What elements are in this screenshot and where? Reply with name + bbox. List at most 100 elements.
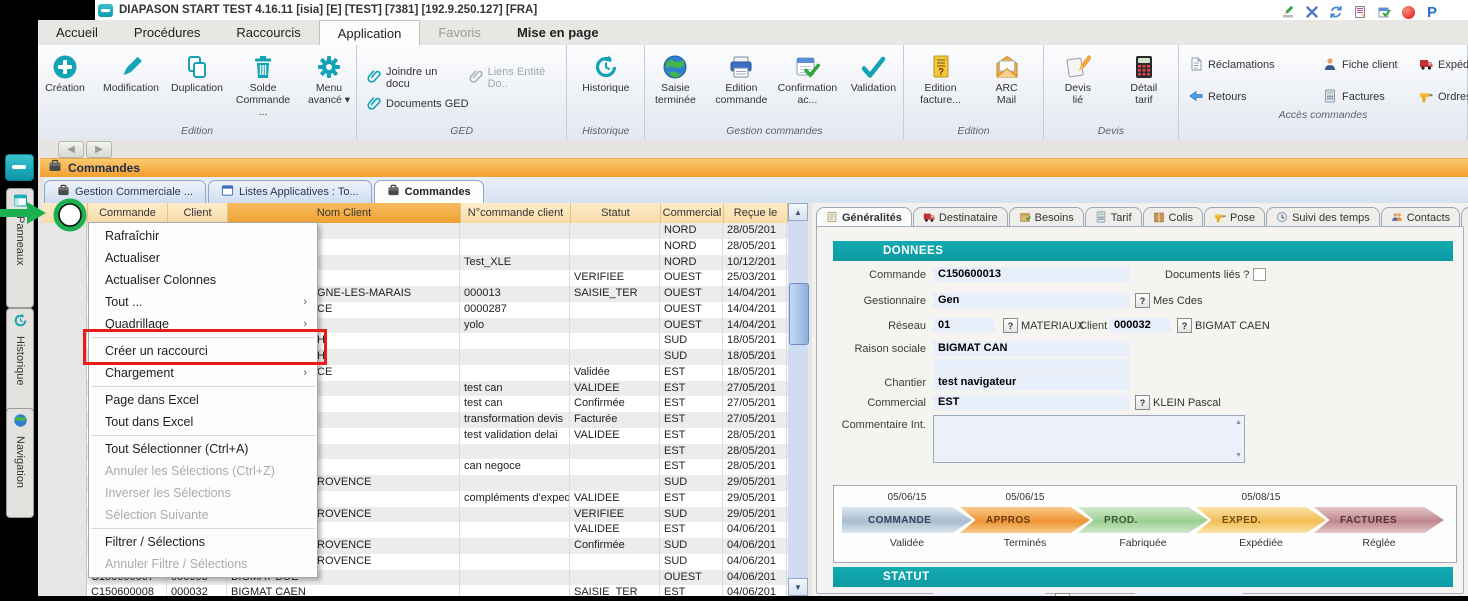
row-selector[interactable] [42,286,87,302]
scroll-up-icon[interactable]: ▲ [1235,419,1242,426]
context-menu-item-filtrer-sélections[interactable]: Filtrer / Sélections [89,531,317,553]
duplication-button[interactable]: Duplication [165,50,229,96]
row-selector[interactable] [42,302,87,318]
back-arrow-button[interactable]: ◀ [58,141,84,158]
chantier-field[interactable]: test navigateur [933,375,1130,390]
context-menu-item-tout-dans-excel[interactable]: Tout dans Excel [89,411,317,433]
row-selector[interactable] [42,365,87,381]
row-selector[interactable] [42,381,87,397]
panel-tab-besoins[interactable]: Besoins [1009,207,1084,228]
row-selector[interactable] [42,444,87,460]
tab-commandes[interactable]: Commandes [374,180,484,203]
client-field[interactable]: 000032 [1109,318,1171,333]
client-help-button[interactable]: ? [1177,318,1192,333]
validation-button[interactable]: Validation [841,50,905,96]
expéditions-button[interactable]: Expéditions [1419,53,1468,77]
scrollbar-down-arrow[interactable]: ▼ [788,578,808,596]
edition-facture-button[interactable]: ?Edition facture... [909,50,973,108]
row-selector[interactable] [42,491,87,507]
historique-button[interactable]: Historique [574,50,638,96]
menu-item-mise-en-page[interactable]: Mise en page [499,20,617,45]
column-header-commercial[interactable]: Commercial [661,203,724,223]
sidebar-tab-historique[interactable]: Historique [6,308,34,413]
création-button[interactable]: Création [33,50,97,96]
context-menu-item-actualiser[interactable]: Actualiser [89,247,317,269]
réclamations-button[interactable]: Réclamations [1189,53,1319,77]
row-selector[interactable] [42,554,87,570]
context-menu-item-rafraîchir[interactable]: Rafraîchir [89,225,317,247]
gestionnaire-field[interactable]: Gen [933,293,1130,308]
row-selector[interactable] [42,270,87,286]
menu-item-raccourcis[interactable]: Raccourcis [218,20,318,45]
gestionnaire-help-button[interactable]: ? [1135,293,1150,308]
refresh-icon[interactable] [1328,4,1344,20]
confirmation-ac-button[interactable]: Confirmation ac... [775,50,839,108]
commentaire-textarea[interactable]: ▲ ▼ [933,415,1245,463]
panel-tab-contacts[interactable]: Contacts [1381,207,1460,228]
scrollbar-thumb[interactable] [789,283,809,345]
column-header-client[interactable]: Client [168,203,228,223]
notes-icon[interactable] [1352,4,1368,20]
row-selector[interactable] [42,459,87,475]
saisie-terminée-button[interactable]: Saisie terminée [643,50,707,108]
context-menu-item-page-dans-excel[interactable]: Page dans Excel [89,389,317,411]
letter-p-icon[interactable]: P [1424,4,1440,20]
row-selector[interactable] [42,475,87,491]
détail-tarif-button[interactable]: Détail tarif [1112,50,1176,108]
menu-item-accueil[interactable]: Accueil [38,20,116,45]
menu-item-application[interactable]: Application [319,20,421,45]
edition-commande-button[interactable]: Edition commande [709,50,773,108]
column-header-reçue-le[interactable]: Reçue le [724,203,788,223]
scroll-down-icon[interactable]: ▼ [1235,452,1242,459]
row-selector[interactable] [42,507,87,523]
menu-avancé-button[interactable]: Menu avancé ▾ [297,50,361,108]
commercial-field[interactable]: EST [933,395,1130,410]
reseau-field[interactable]: 01 [933,318,995,333]
tab-listes-applicatives-to[interactable]: Listes Applicatives : To... [208,180,372,203]
scrollbar-up-arrow[interactable]: ▲ [788,203,808,221]
context-menu-item-actualiser-colonnes[interactable]: Actualiser Colonnes [89,269,317,291]
row-selector[interactable] [42,412,87,428]
retours-button[interactable]: Retours [1189,85,1319,109]
forward-arrow-button[interactable]: ▶ [86,141,112,158]
modification-button[interactable]: Modification [99,50,163,96]
record-icon[interactable] [1400,4,1416,20]
devis-lié-button[interactable]: Devis lié [1046,50,1110,108]
row-selector[interactable] [42,396,87,412]
panel-tab-généralités[interactable]: Généralités [816,207,912,228]
raison-sociale-field-2[interactable] [933,359,1130,374]
solde-commande-button[interactable]: Solde Commande ... [231,50,295,120]
edit-pencil-icon[interactable] [1280,4,1296,20]
commande-field[interactable]: C150600013 [933,267,1130,282]
panel-tab-destinataire[interactable]: Destinataire [913,207,1008,228]
close-x-icon[interactable] [1304,4,1320,20]
context-menu-item-chargement[interactable]: Chargement› [89,362,317,384]
fiche-client-button[interactable]: Fiche client [1323,53,1415,77]
column-header-commande[interactable]: Commande [88,203,168,223]
row-selector[interactable] [42,349,87,365]
row-selector[interactable] [42,522,87,538]
raison-sociale-field[interactable]: BIGMAT CAN [933,341,1130,356]
column-header-n-commande-client[interactable]: N°commande client [461,203,571,223]
sidebar-collapse-button[interactable] [5,154,34,181]
calendar-check-small-icon[interactable] [1376,4,1392,20]
table-scrollbar[interactable]: ▲ ▼ [788,203,808,597]
row-selector[interactable] [42,428,87,444]
row-selector[interactable] [42,255,87,271]
context-menu-item-tout-sélectionner-ctrl-a[interactable]: Tout Sélectionner (Ctrl+A) [89,438,317,460]
column-header-nom-client[interactable]: Nom Client [228,203,461,223]
reseau-help-button[interactable]: ? [1003,318,1018,333]
panel-tab-qui-quand[interactable]: Qui, quand ? [1461,207,1468,228]
row-selector[interactable] [42,318,87,334]
row-selector[interactable] [42,570,87,586]
row-selector[interactable] [42,333,87,349]
joindre-un-docu-button[interactable]: Joindre un docu [367,66,455,90]
documents-ged-button[interactable]: Documents GED [367,96,469,113]
row-selector[interactable] [42,538,87,554]
sidebar-tab-navigation[interactable]: Navigation [6,408,34,518]
context-menu-item-tout[interactable]: Tout ...› [89,291,317,313]
row-selector[interactable] [42,239,87,255]
panel-tab-colis[interactable]: Colis [1143,207,1203,228]
documents-lies-checkbox[interactable] [1253,268,1266,281]
panel-tab-tarif[interactable]: Tarif [1085,207,1142,228]
